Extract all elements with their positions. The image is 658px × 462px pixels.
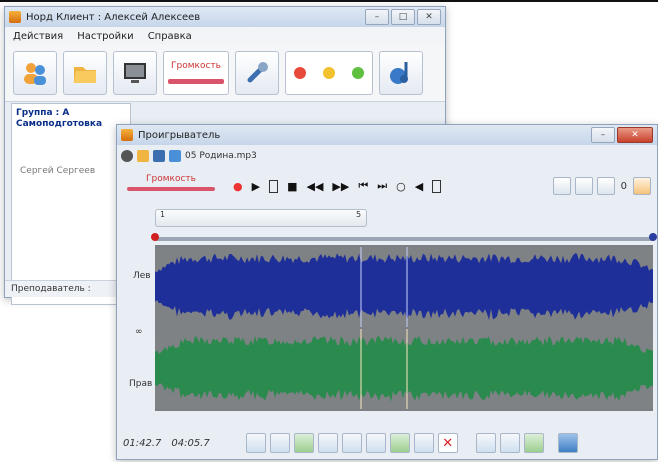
transport-controls: ● ▶ ■ ◀◀ ▶▶ ⏮ ⏭ ○ ◀ — [233, 179, 442, 193]
users-button[interactable] — [13, 51, 57, 95]
maximize-button[interactable]: □ — [391, 9, 415, 25]
folder-button[interactable] — [63, 51, 107, 95]
menu-help[interactable]: Справка — [148, 31, 192, 42]
start-marker-icon[interactable] — [151, 233, 159, 241]
copy-button[interactable] — [293, 433, 314, 453]
next-track-button[interactable]: ⏭ — [377, 179, 387, 193]
screen-button[interactable] — [113, 51, 157, 95]
select-button[interactable] — [245, 433, 266, 453]
left-channel-label: Лев — [133, 271, 151, 281]
total-time: 04:05.7 — [171, 437, 210, 449]
marker-counter: 0 — [620, 180, 627, 192]
minimize-button[interactable]: – — [365, 9, 389, 25]
player-window: Проигрыватель – ✕ 05 Родина.mp3 Громкост… — [116, 124, 658, 460]
player-volume-control[interactable]: Громкость — [123, 172, 219, 200]
delete-icon[interactable]: ✕ — [437, 433, 458, 453]
zoom-out-button[interactable] — [574, 177, 593, 195]
paste-button[interactable] — [317, 433, 338, 453]
cut-button[interactable] — [269, 433, 290, 453]
monitor-icon — [124, 63, 146, 83]
menu-settings[interactable]: Настройки — [77, 31, 133, 42]
main-titlebar[interactable]: Норд Клиент : Алексей Алексеев – □ ✕ — [5, 7, 445, 27]
player-volume-label: Громкость — [146, 174, 196, 184]
app-icon — [9, 11, 21, 23]
export-button[interactable] — [475, 433, 496, 453]
folder-icon — [74, 67, 96, 83]
menu-bar: Действия Настройки Справка — [5, 27, 445, 46]
tools-button[interactable] — [235, 51, 279, 95]
player-file-toolbar: 05 Родина.mp3 — [121, 147, 653, 165]
player-volume-bar[interactable] — [127, 187, 215, 191]
green-light-icon[interactable] — [351, 67, 364, 79]
top-border-line — [0, 0, 658, 2]
file-icon[interactable] — [169, 150, 181, 162]
zoom-fit-button[interactable] — [596, 177, 615, 195]
main-toolbar: Громкость — [5, 45, 445, 102]
step-back-button[interactable]: ◀ — [415, 180, 423, 193]
player-controls: Громкость ● ▶ ■ ◀◀ ▶▶ ⏮ ⏭ ○ ◀ 0 — [123, 169, 651, 203]
group-panel: Группа : А Самоподготовка Сергей Сергеев — [11, 103, 131, 305]
volume-bar[interactable] — [168, 79, 224, 84]
group-title: Группа : А — [16, 108, 70, 118]
music-note-icon — [390, 62, 408, 84]
right-channel-wave — [155, 329, 653, 409]
slider-end-label: 5 — [356, 210, 362, 219]
rewind-button[interactable]: ◀◀ — [306, 180, 323, 193]
fade-button[interactable] — [413, 433, 434, 453]
wrench-icon — [247, 62, 268, 83]
zoom-in-button[interactable] — [552, 177, 571, 195]
volume-label: Громкость — [171, 61, 221, 71]
step-forward-box[interactable] — [432, 179, 442, 193]
save-button[interactable] — [499, 433, 520, 453]
left-waveform — [155, 247, 653, 327]
player-button[interactable] — [379, 51, 423, 95]
right-waveform — [155, 329, 653, 409]
group-member[interactable]: Сергей Сергеев — [20, 166, 95, 176]
red-light-icon[interactable] — [294, 67, 307, 79]
fast-forward-button[interactable]: ▶▶ — [332, 180, 349, 193]
group-label: Группа : А Самоподготовка — [16, 108, 102, 130]
monitor-button[interactable] — [557, 433, 578, 453]
file-name: 05 Родина.mp3 — [185, 151, 257, 161]
settings-icon[interactable] — [153, 150, 165, 162]
record-button[interactable]: ● — [233, 180, 243, 193]
zero-label: ∞ — [135, 327, 143, 337]
redo-button[interactable] — [365, 433, 386, 453]
loop-button[interactable]: ○ — [396, 180, 406, 193]
previous-track-button[interactable]: ⏮ — [358, 179, 368, 193]
status-lights — [285, 51, 373, 95]
left-channel-wave — [155, 247, 653, 327]
player-bottom-bar: 01:42.7 04:05.7 ✕ — [123, 431, 651, 455]
player-titlebar[interactable]: Проигрыватель – ✕ — [117, 125, 657, 145]
pause-box[interactable] — [269, 179, 279, 193]
right-channel-label: Прав — [129, 379, 153, 389]
group-name[interactable]: Самоподготовка — [16, 119, 102, 130]
player-window-title: Проигрыватель — [138, 129, 221, 141]
volume-control[interactable]: Громкость — [163, 51, 229, 95]
yellow-light-icon[interactable] — [322, 67, 335, 79]
close-button[interactable]: ✕ — [417, 9, 441, 25]
range-slider[interactable]: 1 5 — [155, 209, 367, 227]
player-minimize-button[interactable]: – — [591, 127, 615, 143]
users-icon — [24, 63, 46, 85]
menu-actions[interactable]: Действия — [13, 31, 63, 42]
player-right-buttons: 0 — [552, 177, 651, 195]
slider-start-label: 1 — [160, 210, 166, 219]
timeline-track[interactable] — [155, 237, 653, 241]
end-marker-icon[interactable] — [649, 233, 657, 241]
back-icon[interactable] — [121, 150, 133, 162]
player-close-button[interactable]: ✕ — [617, 127, 653, 143]
chart-button[interactable] — [523, 433, 544, 453]
stop-button[interactable]: ■ — [287, 180, 297, 193]
marker-button[interactable] — [633, 177, 651, 195]
waveform-area[interactable] — [155, 245, 653, 411]
current-time: 01:42.7 — [123, 437, 162, 449]
open-folder-icon[interactable] — [137, 150, 149, 162]
player-app-icon — [121, 129, 133, 141]
main-window-title: Норд Клиент : Алексей Алексеев — [26, 11, 201, 23]
undo-button[interactable] — [341, 433, 362, 453]
play-button[interactable]: ▶ — [252, 180, 260, 193]
mix-button[interactable] — [389, 433, 410, 453]
